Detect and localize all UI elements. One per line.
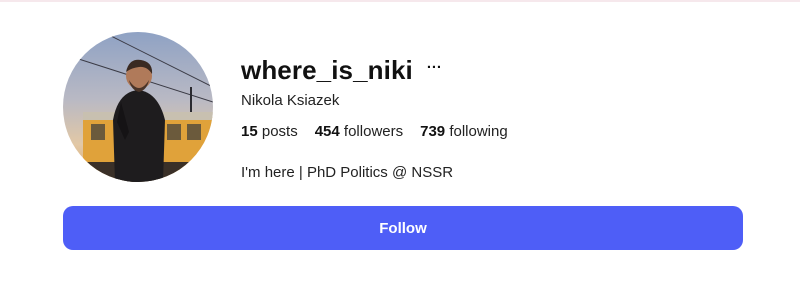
posts-label: posts (261, 123, 298, 140)
more-options-icon[interactable]: ··· (427, 60, 442, 75)
bio: I'm here | PhD Politics @ NSSR (241, 164, 454, 181)
posts-count: 15 (241, 123, 258, 140)
profile-stats: 15 posts 454 followers 739 following (241, 123, 525, 140)
followers-label: followers (343, 123, 404, 140)
posts-stat[interactable]: 15 posts (241, 123, 298, 140)
following-stat[interactable]: 739 following (420, 123, 508, 140)
top-divider (0, 0, 800, 2)
name-row: where_is_niki ··· (241, 54, 525, 86)
full-name: Nikola Ksiazek (241, 92, 340, 109)
username: where_is_niki (241, 54, 413, 85)
following-count: 739 (420, 123, 446, 140)
profile-header: where_is_niki ··· Nikola Ksiazek 15 post… (63, 32, 743, 182)
avatar-photo (63, 32, 213, 182)
followers-count: 454 (314, 123, 340, 140)
follow-button[interactable]: Follow (63, 206, 743, 250)
followers-stat[interactable]: 454 followers (315, 123, 403, 140)
avatar[interactable] (63, 32, 213, 182)
following-label: following (449, 123, 508, 140)
profile-info: where_is_niki ··· Nikola Ksiazek 15 post… (241, 54, 525, 182)
